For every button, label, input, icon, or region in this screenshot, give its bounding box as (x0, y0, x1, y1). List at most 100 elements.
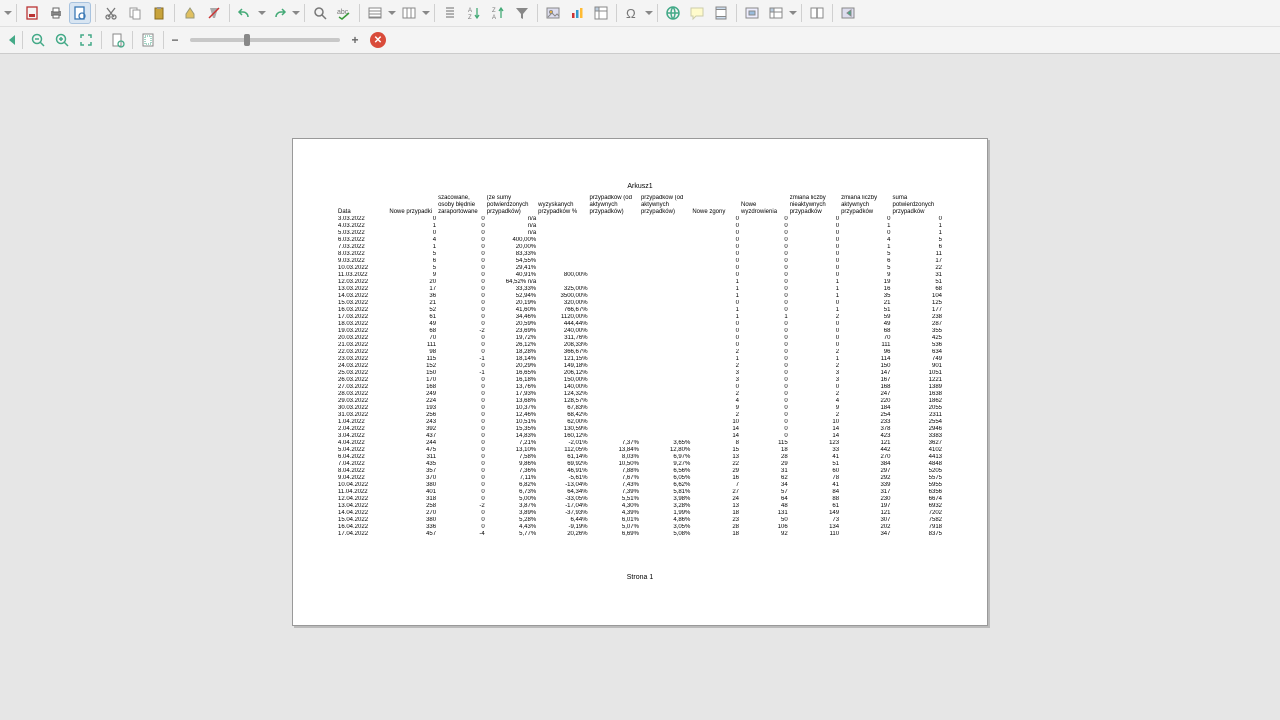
define-range-icon[interactable] (741, 2, 763, 24)
cell (640, 370, 691, 377)
row-icon[interactable] (364, 2, 386, 24)
zoom-in-icon[interactable] (51, 29, 73, 51)
data-source-icon[interactable] (837, 2, 859, 24)
cell (589, 321, 640, 328)
cell: 0 (740, 244, 789, 251)
export-pdf-icon[interactable] (21, 2, 43, 24)
cell: 22 (891, 265, 943, 272)
cell (537, 258, 588, 265)
autofilter-icon[interactable] (511, 2, 533, 24)
cell (589, 349, 640, 356)
cell: 4 (691, 398, 740, 405)
cell (640, 356, 691, 363)
cell (537, 230, 588, 237)
cell: 121,15% (537, 356, 588, 363)
cell: 110 (789, 531, 840, 538)
table-row: 13.03.202217033,33%325,00%1011668 (337, 286, 943, 293)
cell: 17,93% (486, 391, 537, 398)
sort-desc-icon[interactable]: ZA (487, 2, 509, 24)
cell: 62,00% (537, 419, 588, 426)
cell: 0 (437, 405, 486, 412)
cell: 3,98% (640, 496, 691, 503)
cell: 901 (891, 363, 943, 370)
find-icon[interactable] (309, 2, 331, 24)
cell: 17 (891, 258, 943, 265)
cell (640, 272, 691, 279)
cell: 13,68% (486, 398, 537, 405)
cell: 88 (789, 496, 840, 503)
freeze-icon[interactable] (765, 2, 787, 24)
cell: 435 (388, 461, 437, 468)
format-page-icon[interactable] (106, 29, 128, 51)
print-icon[interactable] (45, 2, 67, 24)
cell: 125 (891, 300, 943, 307)
freeze-dropdown-icon[interactable] (789, 3, 797, 23)
zoom-plus[interactable]: + (348, 33, 362, 47)
close-preview-icon[interactable]: ✕ (370, 32, 386, 48)
cell: 0 (437, 398, 486, 405)
cell: 0 (740, 377, 789, 384)
cell: 2 (691, 349, 740, 356)
cell: 10,51% (486, 419, 537, 426)
cell: 17.04.2022 (337, 531, 388, 538)
special-char-icon[interactable]: Ω (621, 2, 643, 24)
cell: 68 (891, 286, 943, 293)
cell (640, 279, 691, 286)
paste-icon[interactable] (148, 2, 170, 24)
svg-text:Z: Z (468, 15, 472, 21)
sort-asc-icon[interactable]: AZ (463, 2, 485, 24)
zoom-slider[interactable] (190, 38, 340, 42)
fullscreen-icon[interactable] (75, 29, 97, 51)
cell: 160,12% (537, 433, 588, 440)
cell: 29.03.2022 (337, 398, 388, 405)
cell: 13 (691, 503, 740, 510)
pivot-icon[interactable] (590, 2, 612, 24)
margins-icon[interactable] (137, 29, 159, 51)
row-dropdown-icon[interactable] (388, 3, 396, 23)
table-row: 11.03.20229040,91%800,00%000931 (337, 272, 943, 279)
clone-format-icon[interactable] (179, 2, 201, 24)
spellcheck-icon[interactable]: abc (333, 2, 355, 24)
menu-dropdown-icon[interactable] (4, 3, 12, 23)
zoom-out-icon[interactable] (27, 29, 49, 51)
redo-icon[interactable] (268, 2, 290, 24)
headerfooter-icon[interactable] (710, 2, 732, 24)
column-dropdown-icon[interactable] (422, 3, 430, 23)
insert-image-icon[interactable] (542, 2, 564, 24)
cell: 7,21% (486, 440, 537, 447)
zoom-minus[interactable]: − (168, 33, 182, 47)
cell: 14 (691, 426, 740, 433)
redo-dropdown-icon[interactable] (292, 3, 300, 23)
split-window-icon[interactable] (806, 2, 828, 24)
cell: 0 (388, 230, 437, 237)
first-page-icon[interactable] (4, 29, 18, 51)
zoom-slider-thumb[interactable] (244, 34, 250, 46)
cell: 104 (891, 293, 943, 300)
hyperlink-icon[interactable] (662, 2, 684, 24)
copy-icon[interactable] (124, 2, 146, 24)
insert-chart-icon[interactable] (566, 2, 588, 24)
separator (537, 4, 538, 22)
comment-icon[interactable] (686, 2, 708, 24)
cut-icon[interactable] (100, 2, 122, 24)
cell: 0 (437, 496, 486, 503)
column-icon[interactable] (398, 2, 420, 24)
cell: 6,82% (486, 482, 537, 489)
cell (640, 426, 691, 433)
cell: 10,37% (486, 405, 537, 412)
clear-format-icon[interactable] (203, 2, 225, 24)
special-char-dropdown-icon[interactable] (645, 3, 653, 23)
cell: 0 (789, 237, 840, 244)
cell: 0 (740, 223, 789, 230)
undo-icon[interactable] (234, 2, 256, 24)
cell: 140,00% (537, 384, 588, 391)
cell (640, 314, 691, 321)
undo-dropdown-icon[interactable] (258, 3, 266, 23)
cell: 370 (388, 475, 437, 482)
sort-dialog-icon[interactable] (439, 2, 461, 24)
cell: 197 (840, 503, 891, 510)
cell: 425 (891, 335, 943, 342)
cell (589, 356, 640, 363)
print-preview-icon[interactable] (69, 2, 91, 24)
cell: 12,80% (640, 447, 691, 454)
